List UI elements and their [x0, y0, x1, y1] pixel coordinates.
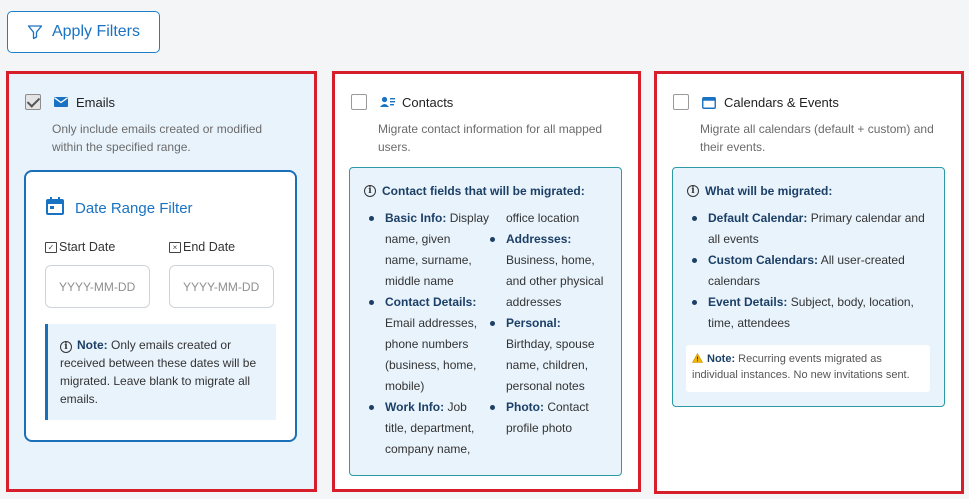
list-item-line: time, attendees — [708, 316, 791, 330]
calendars-card[interactable]: Calendars & Events Migrate all calendars… — [654, 71, 964, 494]
apply-filters-label: Apply Filters — [51, 23, 141, 40]
date-range-title: Date Range Filter — [45, 196, 193, 220]
list-item: Addresses: — [490, 229, 618, 250]
calendar-x-icon: × — [169, 241, 181, 253]
recurring-events-warning: Note: Recurring events migrated as indiv… — [686, 345, 930, 392]
contacts-title: Contacts — [402, 94, 454, 110]
emails-description: Only include emails created or modified … — [52, 122, 263, 154]
date-filter-note: i Note: Only emails created or received b… — [45, 324, 276, 420]
list-item-line: title, department, — [385, 421, 475, 435]
list-item-line: addresses — [506, 295, 562, 309]
emails-title: Emails — [76, 94, 116, 110]
list-item: Contact Details: — [369, 292, 497, 313]
contact-fields-column-2: office location Addresses: Business, hom… — [490, 208, 618, 439]
end-date-label: × End Date — [169, 240, 235, 254]
list-item: Default Calendar: Primary calendar and — [692, 208, 938, 229]
start-date-label: ✓ Start Date — [45, 240, 115, 254]
info-icon: i — [60, 341, 72, 353]
list-item-line: name, given — [385, 232, 451, 246]
contact-card-icon — [379, 94, 395, 110]
list-item-line: name, children, — [506, 358, 589, 372]
list-item-line: all events — [708, 232, 759, 246]
list-item: Personal: — [490, 313, 618, 334]
list-item-line: middle name — [385, 274, 454, 288]
emails-checkbox[interactable] — [25, 94, 41, 110]
date-range-filter: Date Range Filter ✓ Start Date × End Dat… — [24, 170, 297, 442]
contacts-checkbox[interactable] — [351, 94, 367, 110]
contact-fields-title: i Contact fields that will be migrated: — [364, 184, 585, 198]
list-item-line: mobile) — [385, 379, 425, 393]
calendars-title: Calendars & Events — [724, 94, 839, 110]
list-item: Custom Calendars: All user-created — [692, 250, 938, 271]
list-item: Basic Info: Display — [369, 208, 497, 229]
list-item-line: and other physical — [506, 274, 604, 288]
contacts-description: Migrate contact information for all mapp… — [378, 122, 603, 154]
warning-icon — [691, 352, 704, 368]
calendars-card-header: Calendars & Events — [673, 94, 839, 110]
list-item-line: Birthday, spouse — [506, 337, 595, 351]
calendar-icon — [45, 196, 65, 220]
list-item: Work Info: Job — [369, 397, 497, 418]
calendar-icon — [701, 94, 717, 110]
info-icon: i — [364, 185, 376, 197]
emails-card-header: Emails — [25, 94, 115, 110]
list-item-line: phone numbers — [385, 337, 469, 351]
contacts-card-header: Contacts — [351, 94, 453, 110]
contact-fields-column-1: Basic Info: Display name, given name, su… — [369, 208, 497, 460]
emails-card[interactable]: Emails Only include emails created or mo… — [6, 71, 317, 492]
list-item-line: profile photo — [506, 421, 573, 435]
calendar-migration-list: Default Calendar: Primary calendar and a… — [692, 208, 938, 334]
apply-filters-button[interactable]: Apply Filters — [7, 11, 160, 53]
calendar-migration-title: i What will be migrated: — [687, 184, 832, 198]
filter-icon — [27, 24, 43, 40]
list-item-line: Business, home, — [506, 253, 595, 267]
start-date-input[interactable] — [45, 265, 150, 308]
envelope-icon — [53, 94, 69, 110]
list-item-line: (business, home, — [385, 358, 477, 372]
contact-fields-info: i Contact fields that will be migrated: … — [349, 167, 622, 476]
calendars-description: Migrate all calendars (default + custom)… — [700, 122, 934, 154]
calendar-check-icon: ✓ — [45, 241, 57, 253]
list-item-line: personal notes — [506, 379, 585, 393]
info-icon: i — [687, 185, 699, 197]
contacts-card[interactable]: Contacts Migrate contact information for… — [332, 71, 641, 492]
list-item-line: calendars — [708, 274, 761, 288]
list-item-line: name, surname, — [385, 253, 472, 267]
calendars-checkbox[interactable] — [673, 94, 689, 110]
list-item: Event Details: Subject, body, location, — [692, 292, 938, 313]
end-date-input[interactable] — [169, 265, 274, 308]
calendar-migration-info: i What will be migrated: Default Calenda… — [672, 167, 945, 407]
list-item: Photo: Contact — [490, 397, 618, 418]
list-item-line: company name, — [385, 442, 471, 456]
list-item-line: office location — [506, 211, 580, 225]
list-item-line: Email addresses, — [385, 316, 478, 330]
